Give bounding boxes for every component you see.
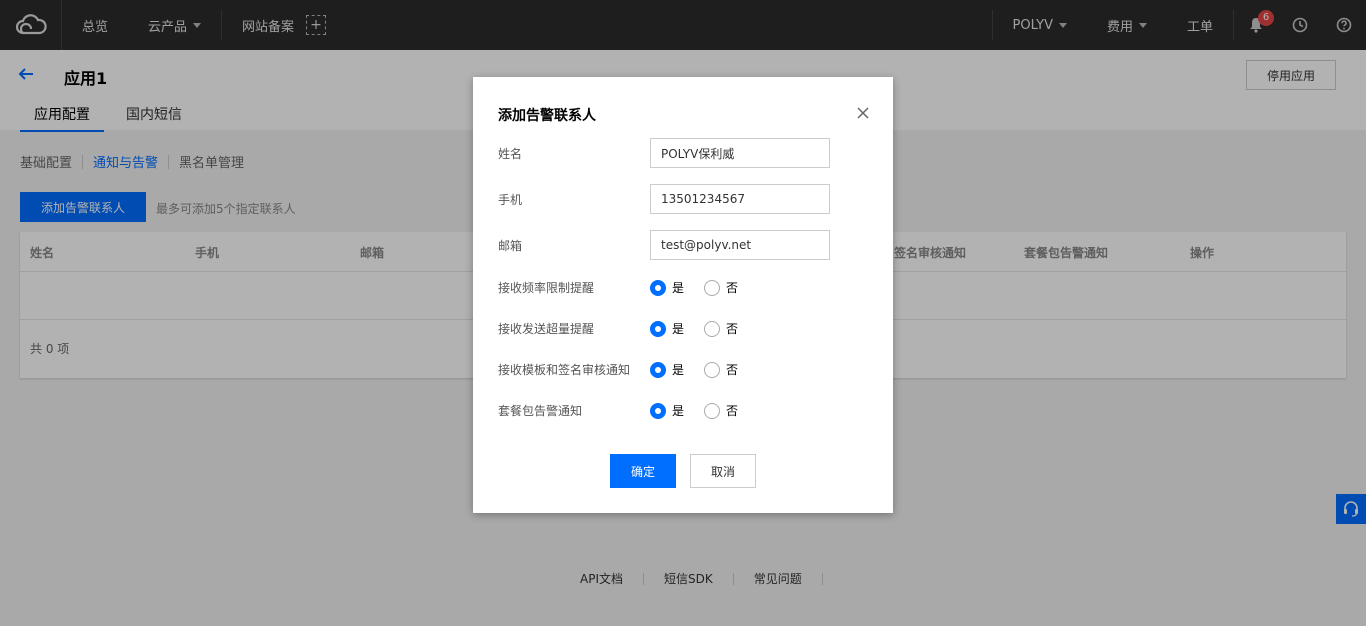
radio-checked-icon [650, 279, 666, 296]
radio-yes[interactable]: 是 [650, 279, 684, 296]
name-label: 姓名 [498, 146, 523, 161]
radio-unchecked-icon [704, 402, 721, 419]
radio-unchecked-icon [704, 279, 721, 296]
email-label: 邮箱 [498, 238, 523, 253]
radio-no-label: 否 [726, 404, 739, 418]
confirm-button[interactable]: 确定 [610, 454, 676, 488]
cancel-button[interactable]: 取消 [690, 454, 756, 488]
radio-no[interactable]: 否 [704, 402, 738, 419]
radio-row-rate-limit: 接收频率限制提醒 是 否 [498, 279, 868, 296]
radio-checked-icon [650, 402, 666, 419]
radio-label-rate-limit: 接收频率限制提醒 [498, 281, 595, 295]
email-field[interactable] [650, 230, 830, 260]
email-row: 邮箱 [498, 230, 868, 260]
radio-row-package-alert: 套餐包告警通知 是 否 [498, 402, 868, 419]
radio-yes-label: 是 [672, 281, 685, 295]
radio-yes[interactable]: 是 [650, 361, 684, 378]
radio-no-label: 否 [726, 281, 739, 295]
radio-unchecked-icon [704, 320, 721, 337]
radio-row-template-review: 接收模板和签名审核通知 是 否 [498, 361, 868, 378]
radio-no[interactable]: 否 [704, 279, 738, 296]
add-alert-contact-dialog: 添加告警联系人 姓名 手机 邮箱 接收频率限制提醒 是 否 接收发送超量提醒 是… [473, 77, 893, 513]
dialog-actions: 确定 取消 [610, 454, 756, 488]
name-row: 姓名 [498, 138, 868, 168]
radio-yes-label: 是 [672, 363, 685, 377]
radio-yes[interactable]: 是 [650, 402, 684, 419]
radio-yes-label: 是 [672, 322, 685, 336]
radio-label-template-review: 接收模板和签名审核通知 [498, 363, 631, 377]
radio-no-label: 否 [726, 363, 739, 377]
phone-label: 手机 [498, 192, 523, 207]
radio-unchecked-icon [704, 361, 721, 378]
name-field[interactable] [650, 138, 830, 168]
radio-no-label: 否 [726, 322, 739, 336]
close-icon[interactable] [857, 107, 869, 119]
radio-yes[interactable]: 是 [650, 320, 684, 337]
radio-checked-icon [650, 320, 666, 337]
radio-row-over-limit: 接收发送超量提醒 是 否 [498, 320, 868, 337]
radio-checked-icon [650, 361, 666, 378]
phone-row: 手机 [498, 184, 868, 214]
phone-field[interactable] [650, 184, 830, 214]
radio-label-package-alert: 套餐包告警通知 [498, 404, 583, 418]
radio-label-over-limit: 接收发送超量提醒 [498, 322, 595, 336]
radio-no[interactable]: 否 [704, 320, 738, 337]
dialog-title: 添加告警联系人 [498, 108, 596, 124]
radio-no[interactable]: 否 [704, 361, 738, 378]
radio-yes-label: 是 [672, 404, 685, 418]
